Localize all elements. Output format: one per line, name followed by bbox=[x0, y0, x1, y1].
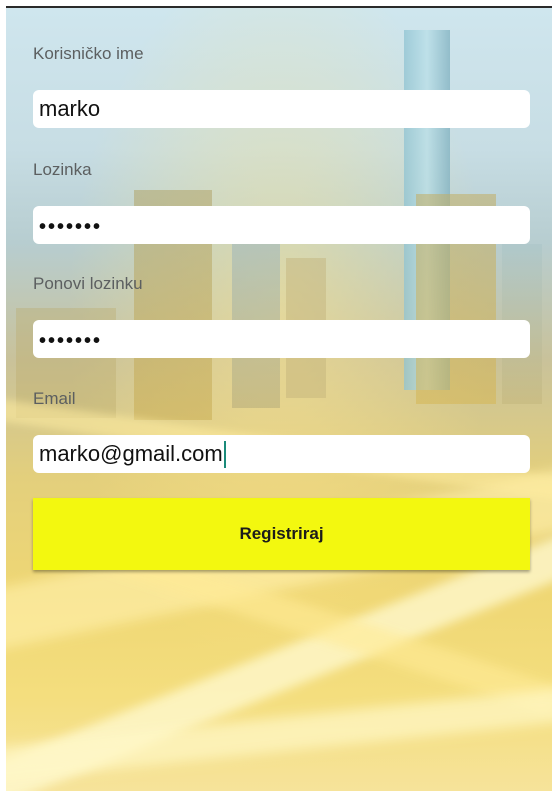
username-label: Korisničko ime bbox=[33, 44, 144, 63]
password-input[interactable]: ••••••• bbox=[33, 206, 530, 244]
registration-screen: Korisničko ime marko Lozinka ••••••• Pon… bbox=[0, 0, 552, 791]
email-input[interactable]: marko@gmail.com bbox=[33, 435, 530, 473]
email-label: Email bbox=[33, 389, 76, 408]
status-divider bbox=[0, 0, 552, 8]
password-label: Lozinka bbox=[33, 160, 92, 179]
username-value: marko bbox=[39, 96, 101, 121]
email-value: marko@gmail.com bbox=[39, 441, 223, 466]
repeat-password-input[interactable]: ••••••• bbox=[33, 320, 530, 358]
password-value: ••••••• bbox=[39, 216, 103, 238]
register-button[interactable]: Registriraj bbox=[33, 498, 530, 570]
repeat-password-label: Ponovi lozinku bbox=[33, 274, 143, 293]
text-caret bbox=[223, 440, 226, 468]
username-input[interactable]: marko bbox=[33, 90, 530, 128]
repeat-password-value: ••••••• bbox=[39, 330, 103, 352]
